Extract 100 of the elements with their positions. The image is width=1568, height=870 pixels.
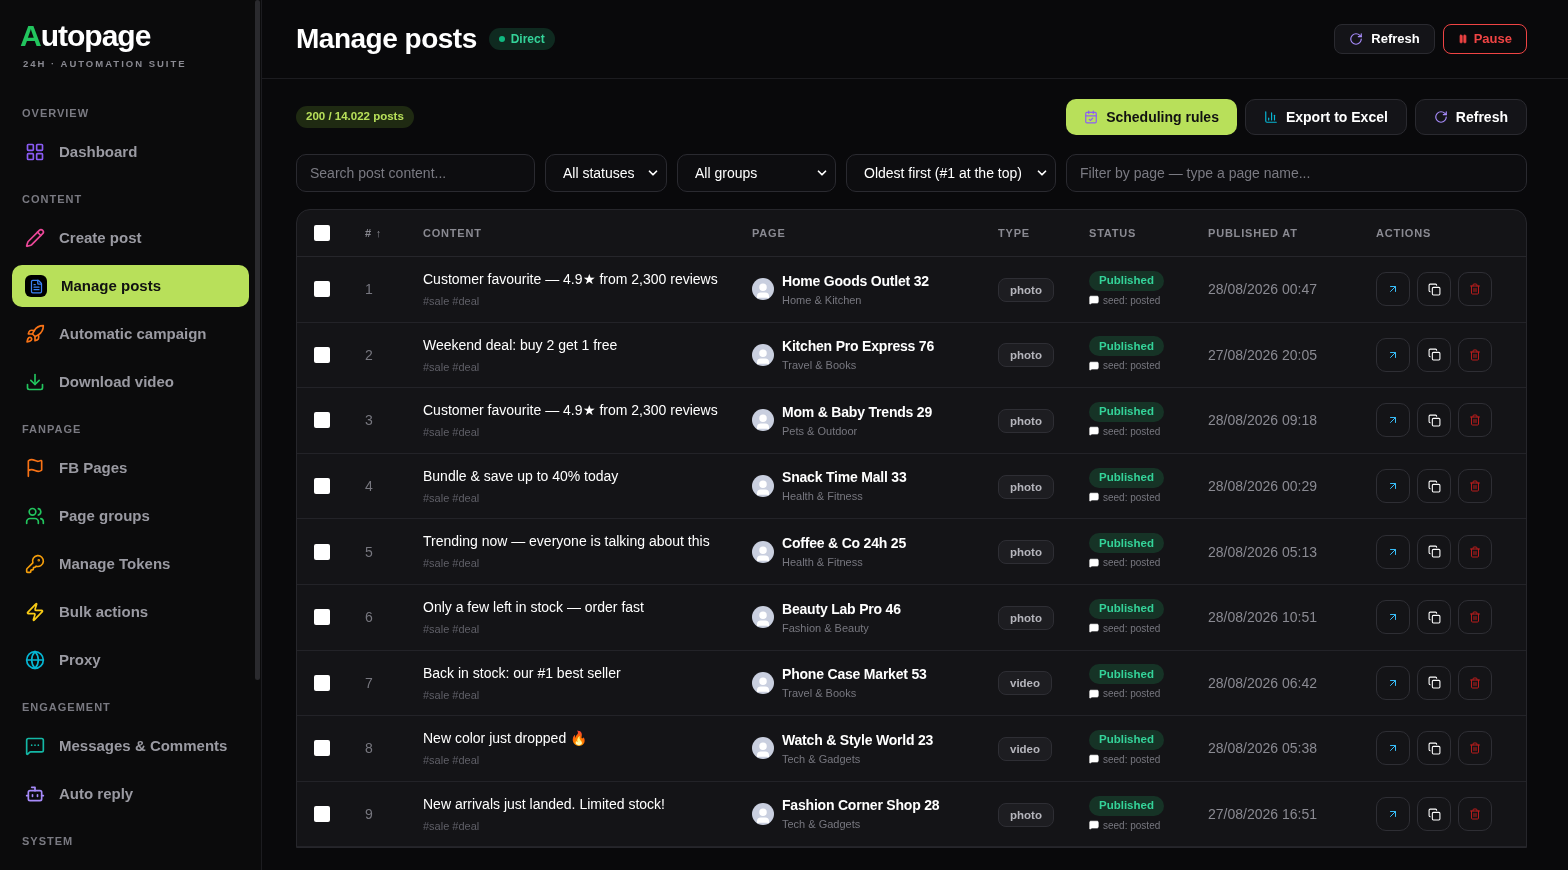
- post-tags: #sale #deal: [423, 293, 480, 310]
- sidebar-item[interactable]: Download video: [12, 361, 249, 404]
- seed-status: seed: posted: [1103, 490, 1161, 505]
- refresh-button[interactable]: Refresh: [1414, 99, 1527, 135]
- duplicate-button[interactable]: [1417, 337, 1451, 372]
- section-heading: FANPAGE: [21, 422, 83, 437]
- sidebar-item[interactable]: Automatic campaign: [12, 313, 249, 356]
- open-button[interactable]: [1376, 469, 1410, 504]
- duplicate-button[interactable]: [1417, 731, 1451, 766]
- page-name: Beauty Lab Pro 46: [782, 599, 901, 619]
- filter-dropdown[interactable]: All statuses: [545, 154, 667, 192]
- avatar-icon: [752, 671, 774, 694]
- scheduling-rules-button[interactable]: Scheduling rules: [1066, 99, 1237, 135]
- checkbox[interactable]: [314, 346, 330, 363]
- checkbox[interactable]: [314, 806, 330, 823]
- open-button[interactable]: [1376, 797, 1410, 832]
- section-heading: SYSTEM: [21, 834, 75, 849]
- open-button[interactable]: [1376, 600, 1410, 635]
- page-category: Tech & Gadgets: [782, 817, 861, 833]
- sidebar-item[interactable]: Manage posts: [12, 265, 249, 308]
- page-name: Coffee & Co 24h 25: [782, 533, 906, 553]
- page-name: Fashion Corner Shop 28: [782, 796, 940, 816]
- post-tags: #sale #deal: [423, 358, 480, 376]
- section-heading: OVERVIEW: [21, 106, 91, 121]
- refresh-button[interactable]: Refresh: [1334, 24, 1435, 54]
- sidebar-item[interactable]: Messages & Comments: [12, 725, 249, 768]
- comment-icon: [1089, 623, 1099, 634]
- checkbox[interactable]: [314, 740, 330, 757]
- checkbox[interactable]: [314, 543, 330, 560]
- copy-icon: [1427, 348, 1441, 362]
- type-tag: photo: [998, 802, 1054, 827]
- calendar-icon: [1084, 110, 1099, 124]
- avatar-icon: [752, 278, 774, 301]
- delete-button[interactable]: [1458, 272, 1492, 307]
- export-button[interactable]: Export to Excel: [1244, 99, 1407, 135]
- duplicate-button[interactable]: [1417, 272, 1451, 307]
- delete-button[interactable]: [1458, 403, 1492, 438]
- delete-button[interactable]: [1458, 731, 1492, 766]
- sidebar-item[interactable]: FB Pages: [12, 447, 249, 490]
- checkbox[interactable]: [314, 412, 330, 429]
- published-date: 28/08/2026 06:42: [1208, 674, 1317, 691]
- sidebar-item[interactable]: Bulk actions: [12, 591, 249, 634]
- post-content: New arrivals just landed. Limited stock!: [423, 794, 665, 814]
- delete-button[interactable]: [1458, 534, 1492, 569]
- column-header: PAGE: [752, 225, 786, 241]
- copy-icon: [1427, 282, 1441, 296]
- checkbox[interactable]: [314, 225, 330, 241]
- filter-dropdown[interactable]: All groups: [677, 154, 836, 192]
- sidebar-item[interactable]: Manage Tokens: [12, 543, 249, 586]
- status-badge: Published: [1089, 533, 1164, 554]
- column-header[interactable]: # ↑: [365, 224, 383, 242]
- delete-button[interactable]: [1458, 600, 1492, 635]
- post-count-badge: 200 / 14.022 posts: [296, 106, 414, 128]
- type-tag: photo: [998, 343, 1054, 368]
- duplicate-button[interactable]: [1417, 797, 1451, 832]
- filter-dropdown[interactable]: Oldest first (#1 at the top): [846, 154, 1056, 192]
- copy-icon: [1427, 741, 1441, 755]
- open-button[interactable]: [1376, 665, 1410, 700]
- open-button[interactable]: [1376, 534, 1410, 569]
- checkbox[interactable]: [314, 478, 330, 495]
- sidebar-item[interactable]: Proxy: [12, 639, 249, 682]
- published-date: 28/08/2026 05:38: [1208, 740, 1317, 757]
- delete-button[interactable]: [1458, 469, 1492, 504]
- checkbox[interactable]: [314, 674, 330, 691]
- sidebar-item[interactable]: Dashboard: [12, 131, 249, 174]
- duplicate-button[interactable]: [1417, 403, 1451, 438]
- row-number: 8: [365, 740, 373, 757]
- post-tags: #sale #deal: [423, 489, 480, 507]
- duplicate-button[interactable]: [1417, 600, 1451, 635]
- delete-button[interactable]: [1458, 665, 1492, 700]
- checkbox[interactable]: [314, 281, 330, 298]
- duplicate-button[interactable]: [1417, 534, 1451, 569]
- sidebar-item[interactable]: Auto reply: [12, 773, 249, 816]
- sidebar-item[interactable]: Page groups: [12, 495, 249, 538]
- page-category: Travel & Books: [782, 358, 857, 374]
- seed-status: seed: posted: [1103, 687, 1161, 702]
- delete-button[interactable]: [1458, 797, 1492, 832]
- post-tags: #sale #deal: [423, 752, 480, 769]
- row-number: 5: [365, 543, 373, 560]
- published-date: 28/08/2026 00:29: [1208, 478, 1317, 495]
- checkbox[interactable]: [314, 609, 330, 626]
- duplicate-button[interactable]: [1417, 469, 1451, 504]
- delete-button[interactable]: [1458, 337, 1492, 372]
- open-button[interactable]: [1376, 731, 1410, 766]
- row-number: 2: [365, 346, 373, 363]
- open-button[interactable]: [1376, 403, 1410, 438]
- type-tag: photo: [998, 474, 1054, 499]
- avatar-icon: [752, 540, 774, 563]
- open-button[interactable]: [1376, 337, 1410, 372]
- page-category: Pets & Outdoor: [782, 423, 858, 439]
- pause-button[interactable]: Pause: [1442, 24, 1527, 54]
- status-badge: Published: [1089, 664, 1164, 685]
- sidebar-item[interactable]: Create post: [12, 217, 249, 260]
- avatar-icon: [752, 343, 774, 366]
- duplicate-button[interactable]: [1417, 665, 1451, 700]
- search-field[interactable]: Search post content...: [296, 154, 535, 192]
- page-filter-field[interactable]: Filter by page — type a page name...: [1066, 154, 1527, 192]
- trash-icon: [1469, 611, 1481, 624]
- open-button[interactable]: [1376, 272, 1410, 307]
- page-category: Tech & Gadgets: [782, 751, 861, 767]
